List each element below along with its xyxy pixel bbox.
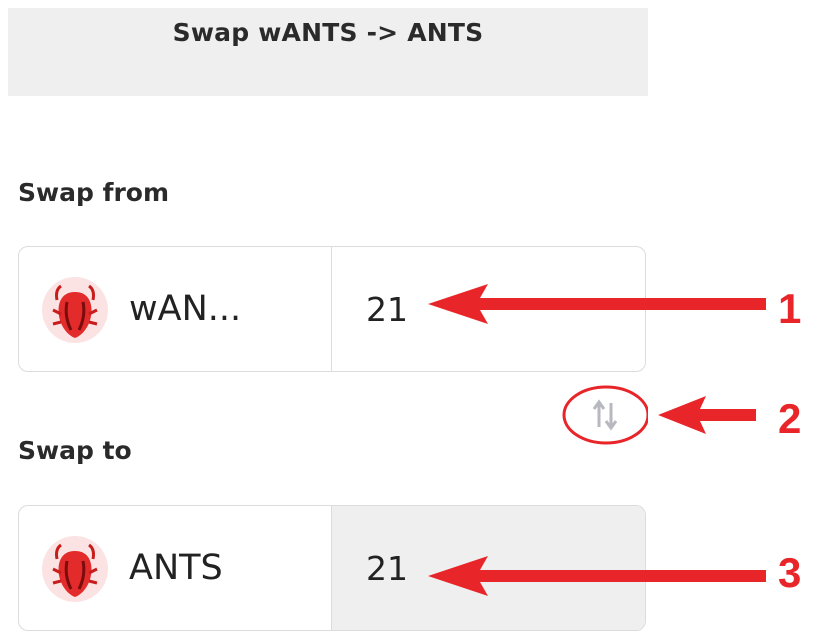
annotation-number-1: 1 [778, 285, 802, 332]
page-title: Swap wANTS -> ANTS [172, 18, 484, 47]
swap-from-token-name: wAN... [129, 289, 242, 329]
annotation-arrow-2 [658, 396, 756, 434]
ant-token-icon [42, 277, 108, 343]
swap-to-token-name: ANTS [129, 548, 223, 588]
annotation-arrow-1 [428, 284, 766, 324]
swap-direction-icon [562, 385, 650, 445]
annotation-number-2: 2 [778, 395, 802, 442]
swap-from-label: Swap from [18, 178, 170, 207]
ant-token-icon [42, 536, 108, 602]
swap-direction-button[interactable] [562, 385, 650, 445]
annotation-number-3: 3 [778, 549, 802, 596]
dialog-header: Swap wANTS -> ANTS [8, 8, 648, 96]
swap-to-label: Swap to [18, 436, 132, 465]
swap-to-token-select[interactable]: ANTS [19, 506, 332, 630]
swap-from-token-select[interactable]: wAN... [19, 247, 332, 371]
annotation-arrow-3 [428, 556, 766, 596]
